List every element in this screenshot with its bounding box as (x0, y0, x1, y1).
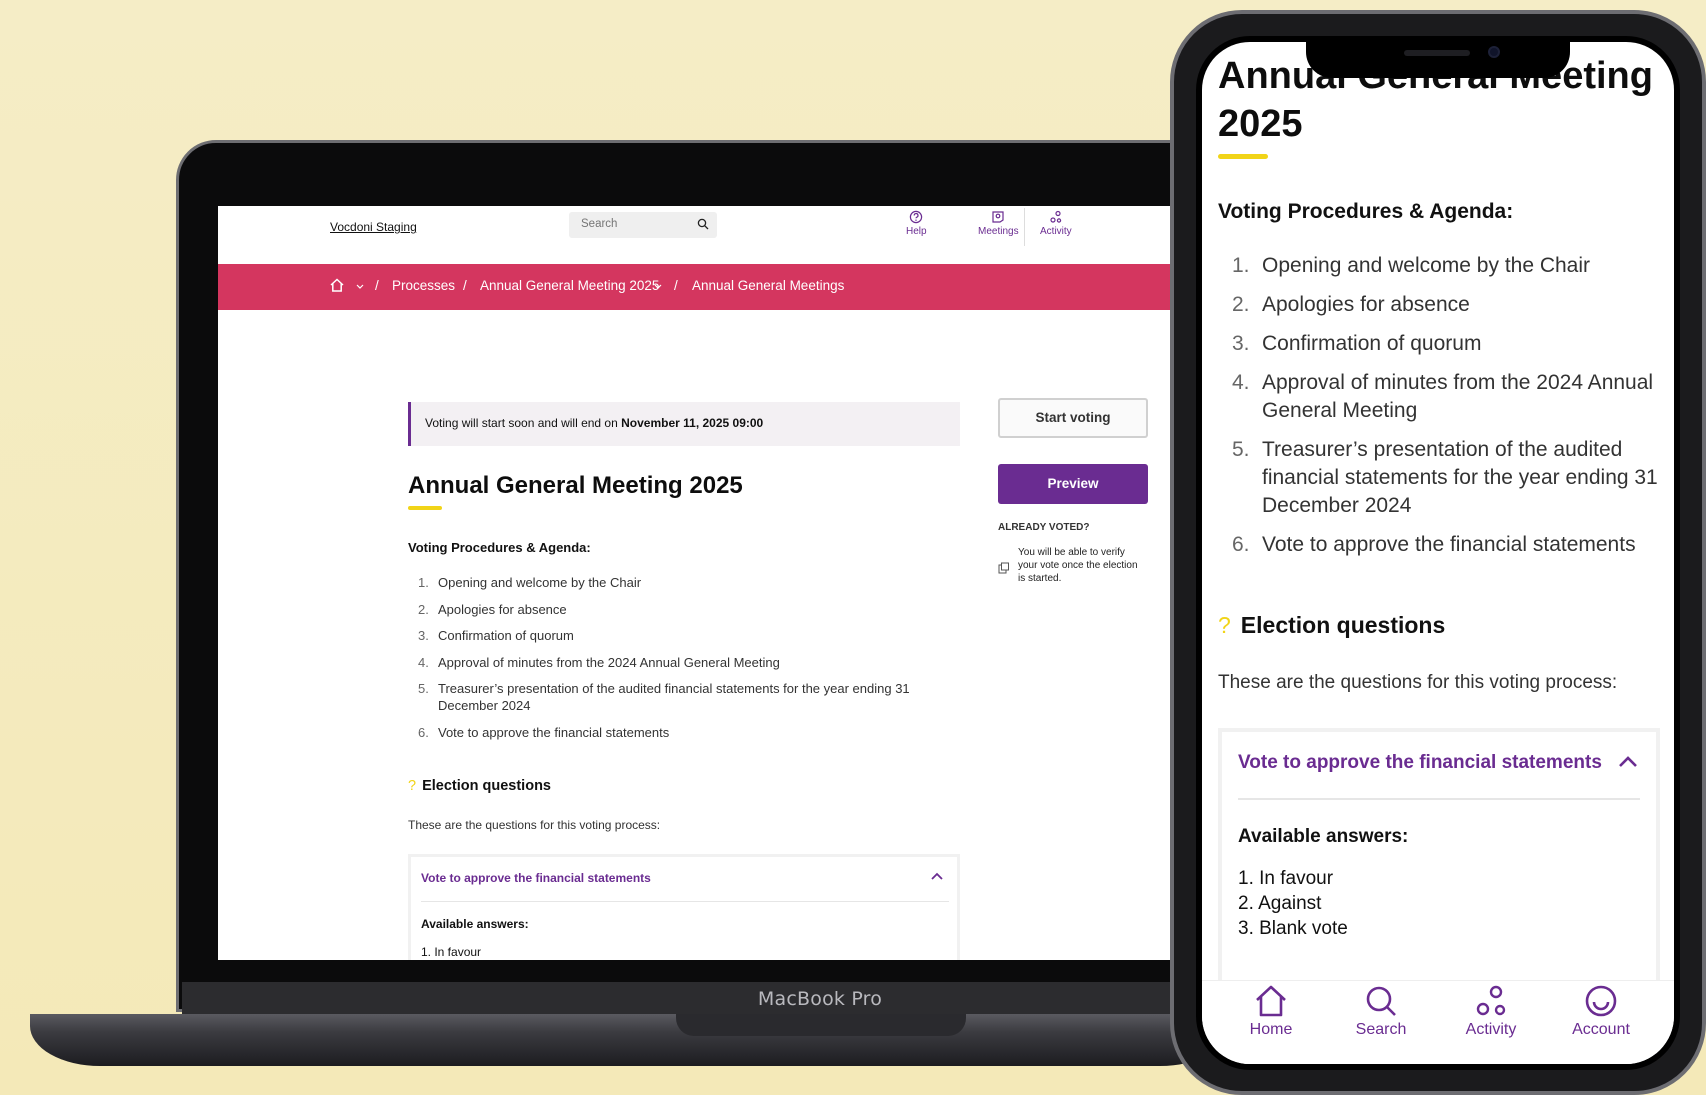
list-item: 3. Confirmation of quorum (1232, 332, 1482, 355)
search-icon (1366, 986, 1396, 1016)
list-item: 4. Approval of minutes from the 2024 Annu… (418, 654, 780, 670)
help-icon (910, 210, 923, 224)
desktop-screen: Vocdoni Staging Help Meetings Activity /… (218, 206, 1178, 960)
answer-item: 3. Blank vote (1238, 918, 1348, 939)
home-icon (1256, 985, 1286, 1017)
mobile-tab-bar: Home Search Activity Account (1202, 980, 1674, 1064)
list-item: 5. Treasurer’s presentation of the audite… (1232, 438, 1658, 517)
agenda-heading: Voting Procedures & Agenda: (408, 540, 591, 555)
question-title[interactable]: Vote to approve the financial statements (421, 871, 651, 885)
tab-account[interactable]: Account (1546, 981, 1656, 1039)
start-voting-button[interactable]: Start voting (998, 398, 1148, 438)
chevron-down-icon[interactable] (356, 284, 364, 290)
breadcrumb-meetings[interactable]: Annual General Meetings (692, 278, 844, 293)
breadcrumb: / Processes / Annual General Meeting 202… (218, 264, 1178, 310)
title-underline (408, 506, 442, 510)
activity-icon (1476, 985, 1506, 1016)
list-item: 3. Confirmation of quorum (418, 628, 574, 643)
voting-status-banner: Voting will start soon and will end on N… (408, 402, 960, 446)
card-divider (421, 901, 949, 902)
banner-date: November 11, 2025 09:00 (621, 416, 764, 430)
nav-help-label: Help (906, 226, 927, 237)
list-item: 6. Vote to approve the financial statemen… (1232, 533, 1636, 556)
copy-icon (998, 562, 1009, 574)
laptop-chin (182, 982, 1210, 1016)
answer-item: 1. In favour (1238, 868, 1334, 889)
mobile-election-questions-subtitle: These are the questions for this voting … (1218, 672, 1618, 693)
tab-search[interactable]: Search (1326, 981, 1436, 1039)
mobile-screen: Annual General Meeting 2025 Voting Proce… (1202, 42, 1674, 1064)
tab-account-label: Account (1572, 1021, 1630, 1038)
chevron-down-icon[interactable] (654, 284, 662, 290)
election-questions-subtitle: These are the questions for this voting … (408, 818, 661, 832)
list-item: 1. Opening and welcome by the Chair (418, 575, 642, 590)
mobile-card-divider (1238, 798, 1640, 800)
mobile-available-answers-label: Available answers: (1238, 826, 1409, 847)
preview-button[interactable]: Preview (998, 464, 1148, 504)
list-item: 1. Opening and welcome by the Chair (1232, 254, 1591, 277)
list-item: 4. Approval of minutes from the 2024 Annu… (1232, 371, 1654, 422)
answer-item: 1. In favour (421, 945, 482, 959)
tab-home[interactable]: Home (1216, 981, 1326, 1039)
page-title: Annual General Meeting 2025 (408, 472, 743, 499)
phone-speaker (1404, 50, 1470, 56)
laptop-opening-notch (676, 1014, 966, 1036)
list-item: 5. Treasurer’s presentation of the audite… (418, 681, 910, 713)
tab-search-label: Search (1355, 1021, 1407, 1038)
available-answers-label: Available answers: (421, 917, 529, 931)
search-input[interactable] (581, 218, 691, 230)
laptop-model-label: MacBook Pro (757, 988, 883, 1010)
already-voted-label: ALREADY VOTED? (998, 522, 1090, 533)
meetings-icon (992, 211, 1004, 223)
laptop-base (30, 1014, 1230, 1066)
mobile-answers-list: 1. In favour 2. Against 3. Blank vote (1238, 866, 1348, 941)
nav-meetings[interactable]: Meetings (978, 210, 1019, 237)
mobile-question-card: Vote to approve the financial statements… (1218, 728, 1660, 992)
mobile-agenda-list: 1. Opening and welcome by the Chair 2. Apo… (1218, 252, 1664, 570)
banner-text: Voting will start soon and will end on (425, 416, 622, 430)
question-mark-icon: ? (408, 778, 417, 794)
list-item: 6. Vote to approve the financial statemen… (418, 724, 670, 740)
nav-activity[interactable]: Activity (1040, 210, 1072, 237)
activity-icon (1050, 210, 1062, 223)
nav-help[interactable]: Help (906, 210, 927, 237)
desktop-header: Vocdoni Staging Help Meetings Activity (218, 206, 1178, 264)
tab-home-label: Home (1249, 1021, 1293, 1038)
breadcrumb-meeting[interactable]: Annual General Meeting 2025 (480, 278, 659, 293)
election-questions-heading: ? Election questions (408, 778, 551, 794)
mobile-election-questions-heading: ? Election questions (1218, 612, 1446, 638)
breadcrumb-separator: / (375, 278, 379, 293)
verify-vote-text: You will be able to verify your vote onc… (1018, 547, 1138, 584)
phone-camera (1488, 46, 1500, 58)
list-item: 2. Apologies for absence (1232, 293, 1470, 316)
breadcrumb-processes[interactable]: Processes (392, 278, 455, 293)
header-divider (1024, 208, 1025, 246)
breadcrumb-separator: / (463, 278, 467, 293)
chevron-up-icon[interactable] (1618, 754, 1638, 768)
org-name-link[interactable]: Vocdoni Staging (330, 220, 417, 234)
list-item: 2. Apologies for absence (418, 601, 567, 617)
nav-activity-label: Activity (1040, 226, 1072, 237)
phone-notch (1306, 40, 1570, 78)
answer-item: 2. Against (1238, 893, 1322, 914)
tab-activity[interactable]: Activity (1436, 981, 1546, 1039)
nav-meetings-label: Meetings (978, 226, 1019, 237)
home-icon[interactable] (329, 277, 345, 293)
agenda-list: 1. Opening and welcome by the Chair 2. Apo… (408, 574, 948, 750)
mobile-title-underline (1218, 154, 1268, 159)
chevron-up-icon[interactable] (931, 871, 943, 881)
mobile-agenda-heading: Voting Procedures & Agenda: (1218, 200, 1514, 223)
account-icon (1585, 985, 1617, 1017)
search-box[interactable] (569, 212, 717, 238)
question-card: Vote to approve the financial statements… (408, 854, 960, 960)
question-mark-icon: ? (1218, 612, 1231, 638)
search-icon[interactable] (697, 218, 709, 230)
breadcrumb-separator: / (674, 278, 678, 293)
tab-activity-label: Activity (1465, 1021, 1517, 1038)
mobile-question-title[interactable]: Vote to approve the financial statements (1238, 752, 1602, 774)
